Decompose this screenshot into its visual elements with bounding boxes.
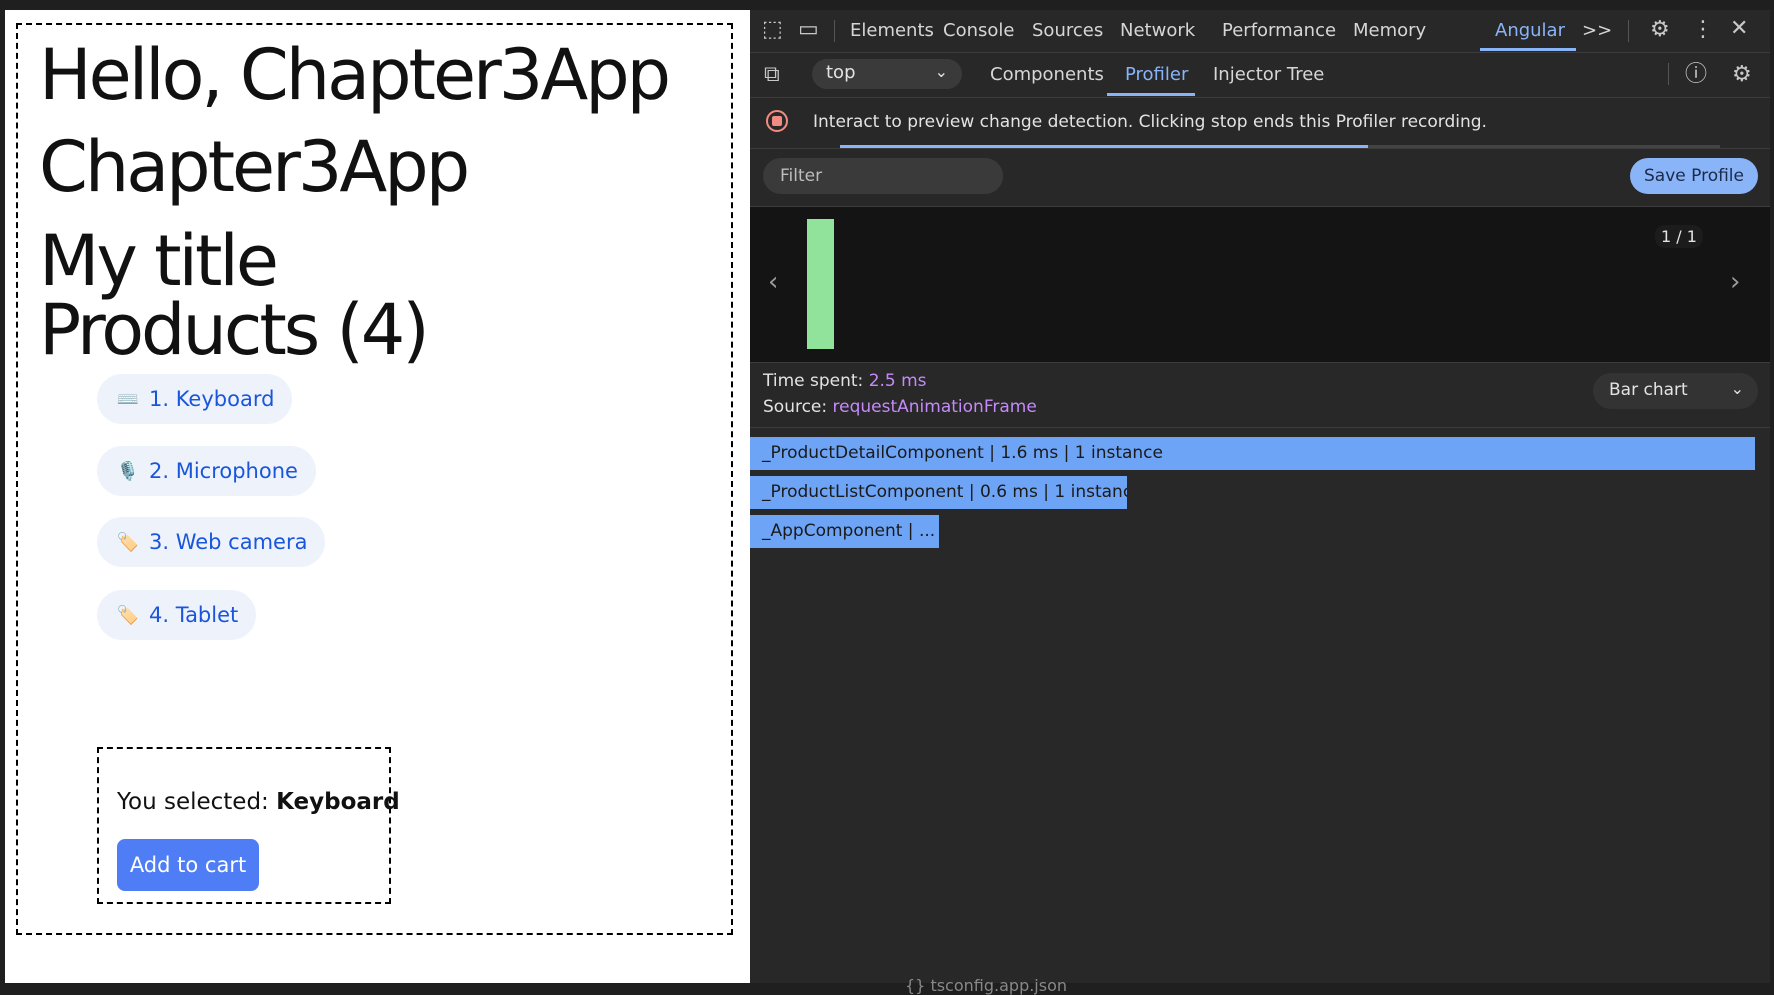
tab-elements[interactable]: Elements [850,20,934,41]
info-icon[interactable]: ⓘ [1685,64,1707,86]
bar-product-detail-component[interactable]: _ProductDetailComponent | 1.6 ms | 1 ins… [750,437,1755,470]
recording-progress-fill [840,145,1368,148]
filter-input[interactable] [763,158,1003,194]
frame-info: Time spent: 2.5 ms Source: requestAnimat… [750,363,1770,428]
bar-app-component[interactable]: _AppComponent | ... [750,515,939,548]
subtab-components[interactable]: Components [990,64,1104,85]
product-item-tablet[interactable]: 🏷️ 4. Tablet [97,590,257,640]
source-value: requestAnimationFrame [832,397,1037,417]
active-subtab-indicator [1107,93,1195,96]
chevron-down-icon: ⌄ [1730,379,1744,398]
chart-type-select[interactable]: Bar chart ⌄ [1593,373,1758,409]
bar-product-list-component[interactable]: _ProductListComponent | 0.6 ms | 1 insta… [750,476,1127,509]
title-heading: My title [39,220,279,302]
product-detail-panel: You selected: Keyboard Add to cart [97,747,400,904]
profiler-toolbar: Save Profile [750,150,1770,207]
stop-recording-icon[interactable] [766,110,788,132]
frame-selector[interactable]: top ⌄ [812,59,962,89]
tag-icon: 🏷️ [116,531,140,553]
devtools-main-tabbar: ⬚ ▭ Elements Console Sources Network Per… [750,10,1770,53]
more-tabs-icon[interactable]: >> [1582,20,1612,41]
product-label: 2. Microphone [149,459,298,483]
bottom-strip [0,983,1774,993]
subtab-profiler[interactable]: Profiler [1125,64,1188,85]
select-component-icon[interactable]: ⧉ [764,64,780,86]
toolbar-separator [834,20,835,42]
profiler-settings-gear-icon[interactable]: ⚙ [1732,64,1752,86]
microphone-icon: 🎙️ [116,460,140,482]
app-name-heading: Chapter3App [39,126,470,208]
recording-progress-bar [840,145,1720,148]
frame-selector-value: top [826,62,856,83]
time-spent-text: Time spent: 2.5 ms [763,371,927,391]
tag-icon: 🏷️ [116,604,140,626]
frame-counter: 1 / 1 [1655,225,1703,248]
toolbar-separator [1668,63,1669,85]
product-item-keyboard[interactable]: ⌨️ 1. Keyboard [97,374,293,424]
tab-sources[interactable]: Sources [1032,20,1103,41]
chevron-down-icon: ⌄ [934,62,948,81]
tab-performance[interactable]: Performance [1222,20,1336,41]
chevron-right-icon[interactable]: › [1730,267,1740,297]
tab-console[interactable]: Console [943,20,1014,41]
time-spent-value: 2.5 ms [868,371,927,391]
settings-gear-icon[interactable]: ⚙ [1650,19,1670,41]
editor-file-label: {} tsconfig.app.json [905,976,1068,995]
frames-timeline: ‹ 1 / 1 › [750,207,1770,363]
source-text: Source: requestAnimationFrame [763,397,1037,417]
device-toolbar-icon[interactable]: ▭ [798,19,819,41]
devtools-panel: ⬚ ▭ Elements Console Sources Network Per… [750,10,1770,985]
active-tab-indicator [1480,48,1576,51]
inspect-element-icon[interactable]: ⬚ [762,19,783,41]
save-profile-button[interactable]: Save Profile [1630,158,1758,194]
chart-type-value: Bar chart [1609,380,1688,400]
add-to-cart-button[interactable]: Add to cart [117,839,259,891]
recording-notice: Interact to preview change detection. Cl… [750,98,1770,149]
product-item-microphone[interactable]: 🎙️ 2. Microphone [97,446,316,496]
app-viewport: Hello, Chapter3App Chapter3App My title … [5,10,750,985]
recording-notice-text: Interact to preview change detection. Cl… [813,112,1487,132]
toolbar-separator [1628,20,1629,42]
selected-product-text: You selected: Keyboard [117,789,400,815]
selected-product-name: Keyboard [276,789,400,815]
hello-heading: Hello, Chapter3App [39,34,671,116]
keyboard-icon: ⌨️ [116,388,140,410]
angular-subtabbar: ⧉ top ⌄ Components Profiler Injector Tre… [750,53,1770,98]
frame-bar[interactable] [807,219,834,349]
product-label: 1. Keyboard [149,387,275,411]
tab-angular[interactable]: Angular [1495,20,1565,41]
product-label: 3. Web camera [149,530,308,554]
chevron-left-icon[interactable]: ‹ [768,267,778,297]
products-heading: Products (4) [39,289,430,371]
product-item-web-camera[interactable]: 🏷️ 3. Web camera [97,517,326,567]
more-options-icon[interactable]: ⋮ [1692,19,1714,41]
tab-network[interactable]: Network [1120,20,1195,41]
product-label: 4. Tablet [149,603,239,627]
subtab-injector-tree[interactable]: Injector Tree [1213,64,1324,85]
close-devtools-icon[interactable]: ✕ [1730,18,1748,40]
tab-memory[interactable]: Memory [1353,20,1426,41]
